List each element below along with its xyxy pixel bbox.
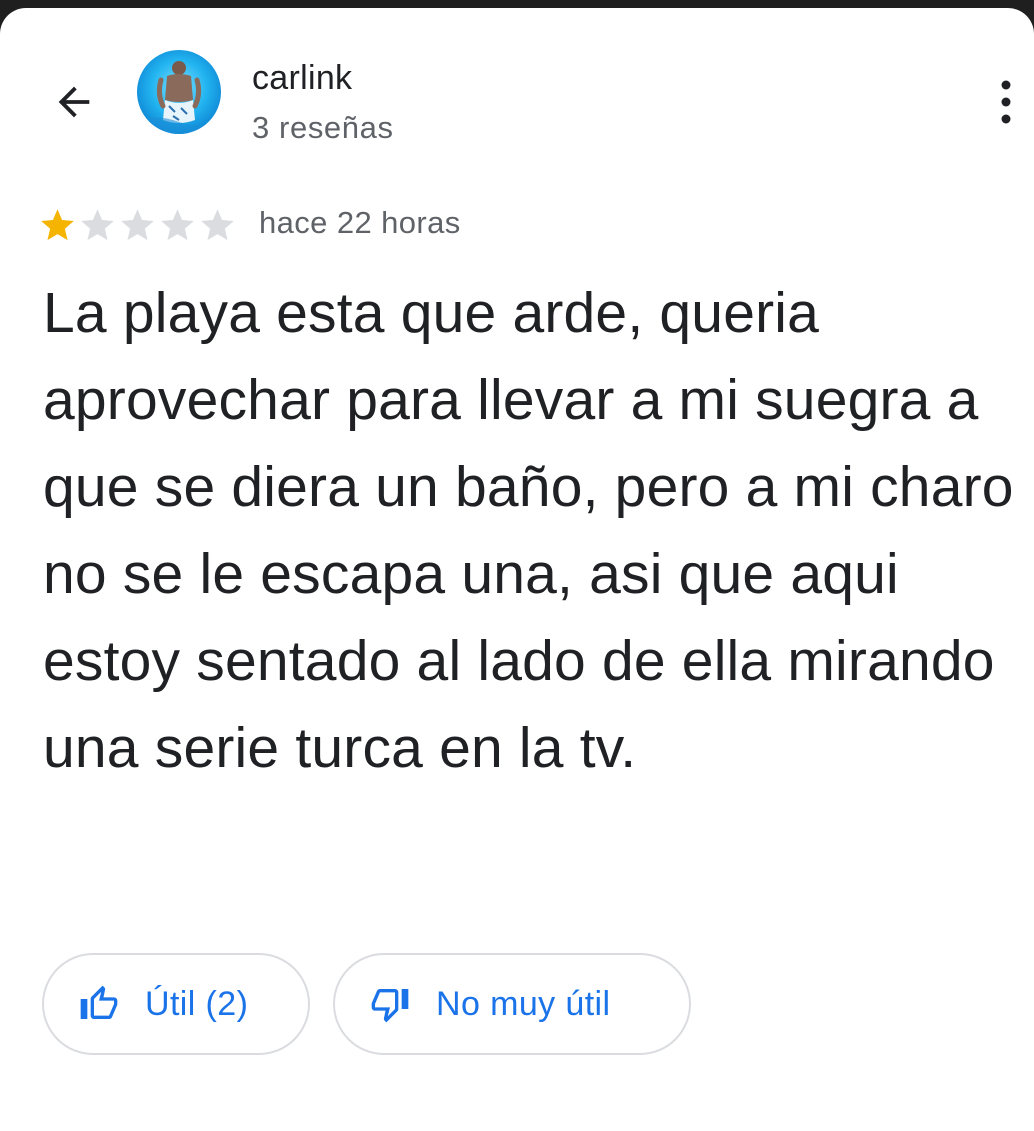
thumb-up-icon — [79, 984, 119, 1024]
star-empty-icon — [121, 208, 154, 240]
stars — [38, 206, 238, 245]
back-button[interactable] — [44, 72, 104, 132]
review-count: 3 reseñas — [252, 110, 394, 145]
star-filled-icon — [41, 208, 74, 240]
review-date: hace 22 horas — [259, 205, 461, 240]
more-options-button[interactable] — [982, 74, 1030, 130]
star-empty-icon — [81, 208, 114, 240]
review-sheet: carlink 3 reseñas hace 22 horas La playa… — [0, 8, 1034, 1131]
user-name[interactable]: carlink — [252, 58, 352, 98]
more-vertical-icon — [1001, 80, 1011, 124]
not-helpful-button[interactable]: No muy útil — [333, 953, 691, 1055]
star-empty-icon — [161, 208, 194, 240]
star-rating — [38, 204, 238, 246]
avatar-photo — [137, 50, 221, 134]
avatar[interactable] — [137, 50, 221, 134]
review-text: La playa esta que arde, queria aprovecha… — [43, 281, 1014, 780]
helpful-button[interactable]: Útil (2) — [42, 953, 310, 1055]
arrow-back-icon — [58, 86, 90, 118]
not-helpful-label: No muy útil — [436, 984, 611, 1023]
star-empty-icon — [201, 208, 234, 240]
thumb-down-icon — [370, 984, 410, 1024]
helpful-label: Útil (2) — [145, 984, 249, 1023]
